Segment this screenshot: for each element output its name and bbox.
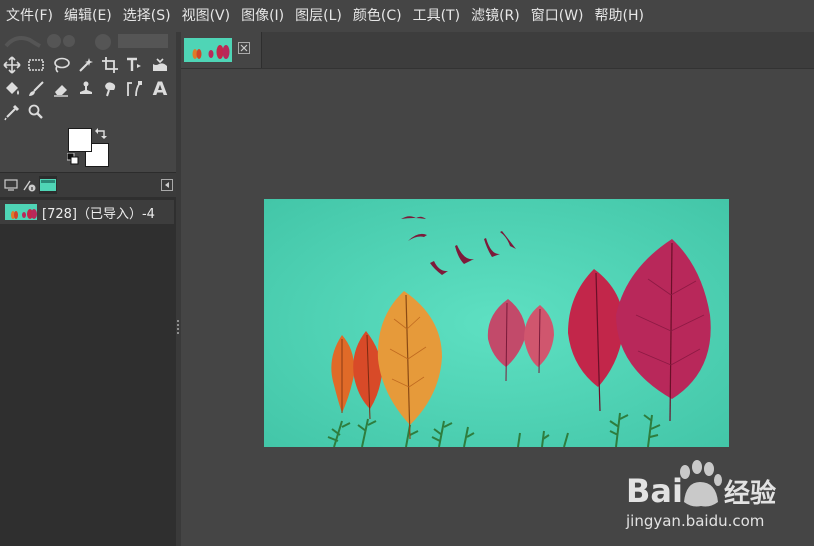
wilber-logo-strip	[4, 34, 168, 50]
warp-transform-icon[interactable]	[150, 55, 170, 75]
tab-configure[interactable]	[158, 176, 176, 194]
watermark-brand-suffix: 经验	[724, 478, 776, 509]
text-tool-icon[interactable]: A	[150, 78, 170, 100]
fuzzy-select-icon[interactable]	[76, 55, 96, 75]
menu-help[interactable]: 帮助(H)	[589, 0, 649, 32]
image-tab-thumbnail	[184, 38, 232, 62]
lasso-select-icon[interactable]	[51, 55, 71, 75]
layers-list: [728]（已导入）-4	[0, 197, 176, 546]
text-tool-glyph: A	[152, 78, 168, 100]
default-colors-icon[interactable]	[67, 153, 79, 165]
menu-file[interactable]: 文件(F)	[0, 0, 58, 32]
rect-select-icon[interactable]	[26, 55, 46, 75]
menu-edit[interactable]: 编辑(E)	[58, 0, 117, 32]
image-thumbnail-icon	[40, 179, 56, 191]
clone-stamp-icon[interactable]	[76, 79, 96, 99]
foreground-color-swatch[interactable]	[68, 128, 92, 152]
image-tabs	[181, 32, 814, 69]
menu-filters[interactable]: 滤镜(R)	[465, 0, 525, 32]
smudge-icon[interactable]	[100, 79, 120, 99]
brush-info-icon	[23, 180, 36, 192]
tab-device-status[interactable]	[20, 176, 38, 194]
menu-colors[interactable]: 颜色(C)	[347, 0, 407, 32]
dock-tabs	[0, 172, 176, 197]
layer-name: [728]（已导入）-4	[42, 206, 155, 222]
watermark-url: jingyan.baidu.com	[625, 512, 764, 530]
color-picker-icon[interactable]	[2, 102, 22, 122]
swap-colors-icon[interactable]	[95, 127, 107, 139]
menu-bar: 文件(F) 编辑(E) 选择(S) 视图(V) 图像(I) 图层(L) 颜色(C…	[0, 0, 814, 32]
image-tab[interactable]	[181, 32, 262, 68]
zoom-icon[interactable]	[26, 102, 46, 122]
monitor-icon	[4, 179, 18, 191]
watermark-brand: Bai	[626, 472, 683, 510]
layer-row[interactable]: [728]（已导入）-4	[0, 200, 174, 224]
menu-view[interactable]: 视图(V)	[176, 0, 236, 32]
baidu-jingyan-watermark: Bai 经验 jingyan.baidu.com	[625, 460, 776, 530]
toolbox: A [728]（已导入）-4	[0, 32, 176, 546]
menu-windows[interactable]: 窗口(W)	[525, 0, 589, 32]
triangle-left-icon	[161, 179, 173, 191]
crop-icon[interactable]	[100, 55, 120, 75]
menu-select[interactable]: 选择(S)	[117, 0, 176, 32]
layer-thumbnail	[5, 204, 37, 220]
tab-images[interactable]	[39, 176, 57, 194]
menu-image[interactable]: 图像(I)	[235, 0, 289, 32]
menu-layer[interactable]: 图层(L)	[289, 0, 347, 32]
eraser-icon[interactable]	[51, 79, 71, 99]
paintbrush-icon[interactable]	[26, 79, 46, 99]
paths-icon[interactable]	[124, 79, 144, 99]
bucket-fill-icon[interactable]	[2, 79, 22, 99]
unified-transform-icon[interactable]	[124, 55, 144, 75]
tab-tool-options[interactable]	[2, 176, 20, 194]
menu-tools[interactable]: 工具(T)	[407, 0, 465, 32]
close-icon[interactable]	[238, 42, 250, 54]
move-tool-icon[interactable]	[2, 55, 22, 75]
grip-handle-icon[interactable]	[176, 318, 180, 336]
canvas-image[interactable]	[264, 199, 729, 447]
